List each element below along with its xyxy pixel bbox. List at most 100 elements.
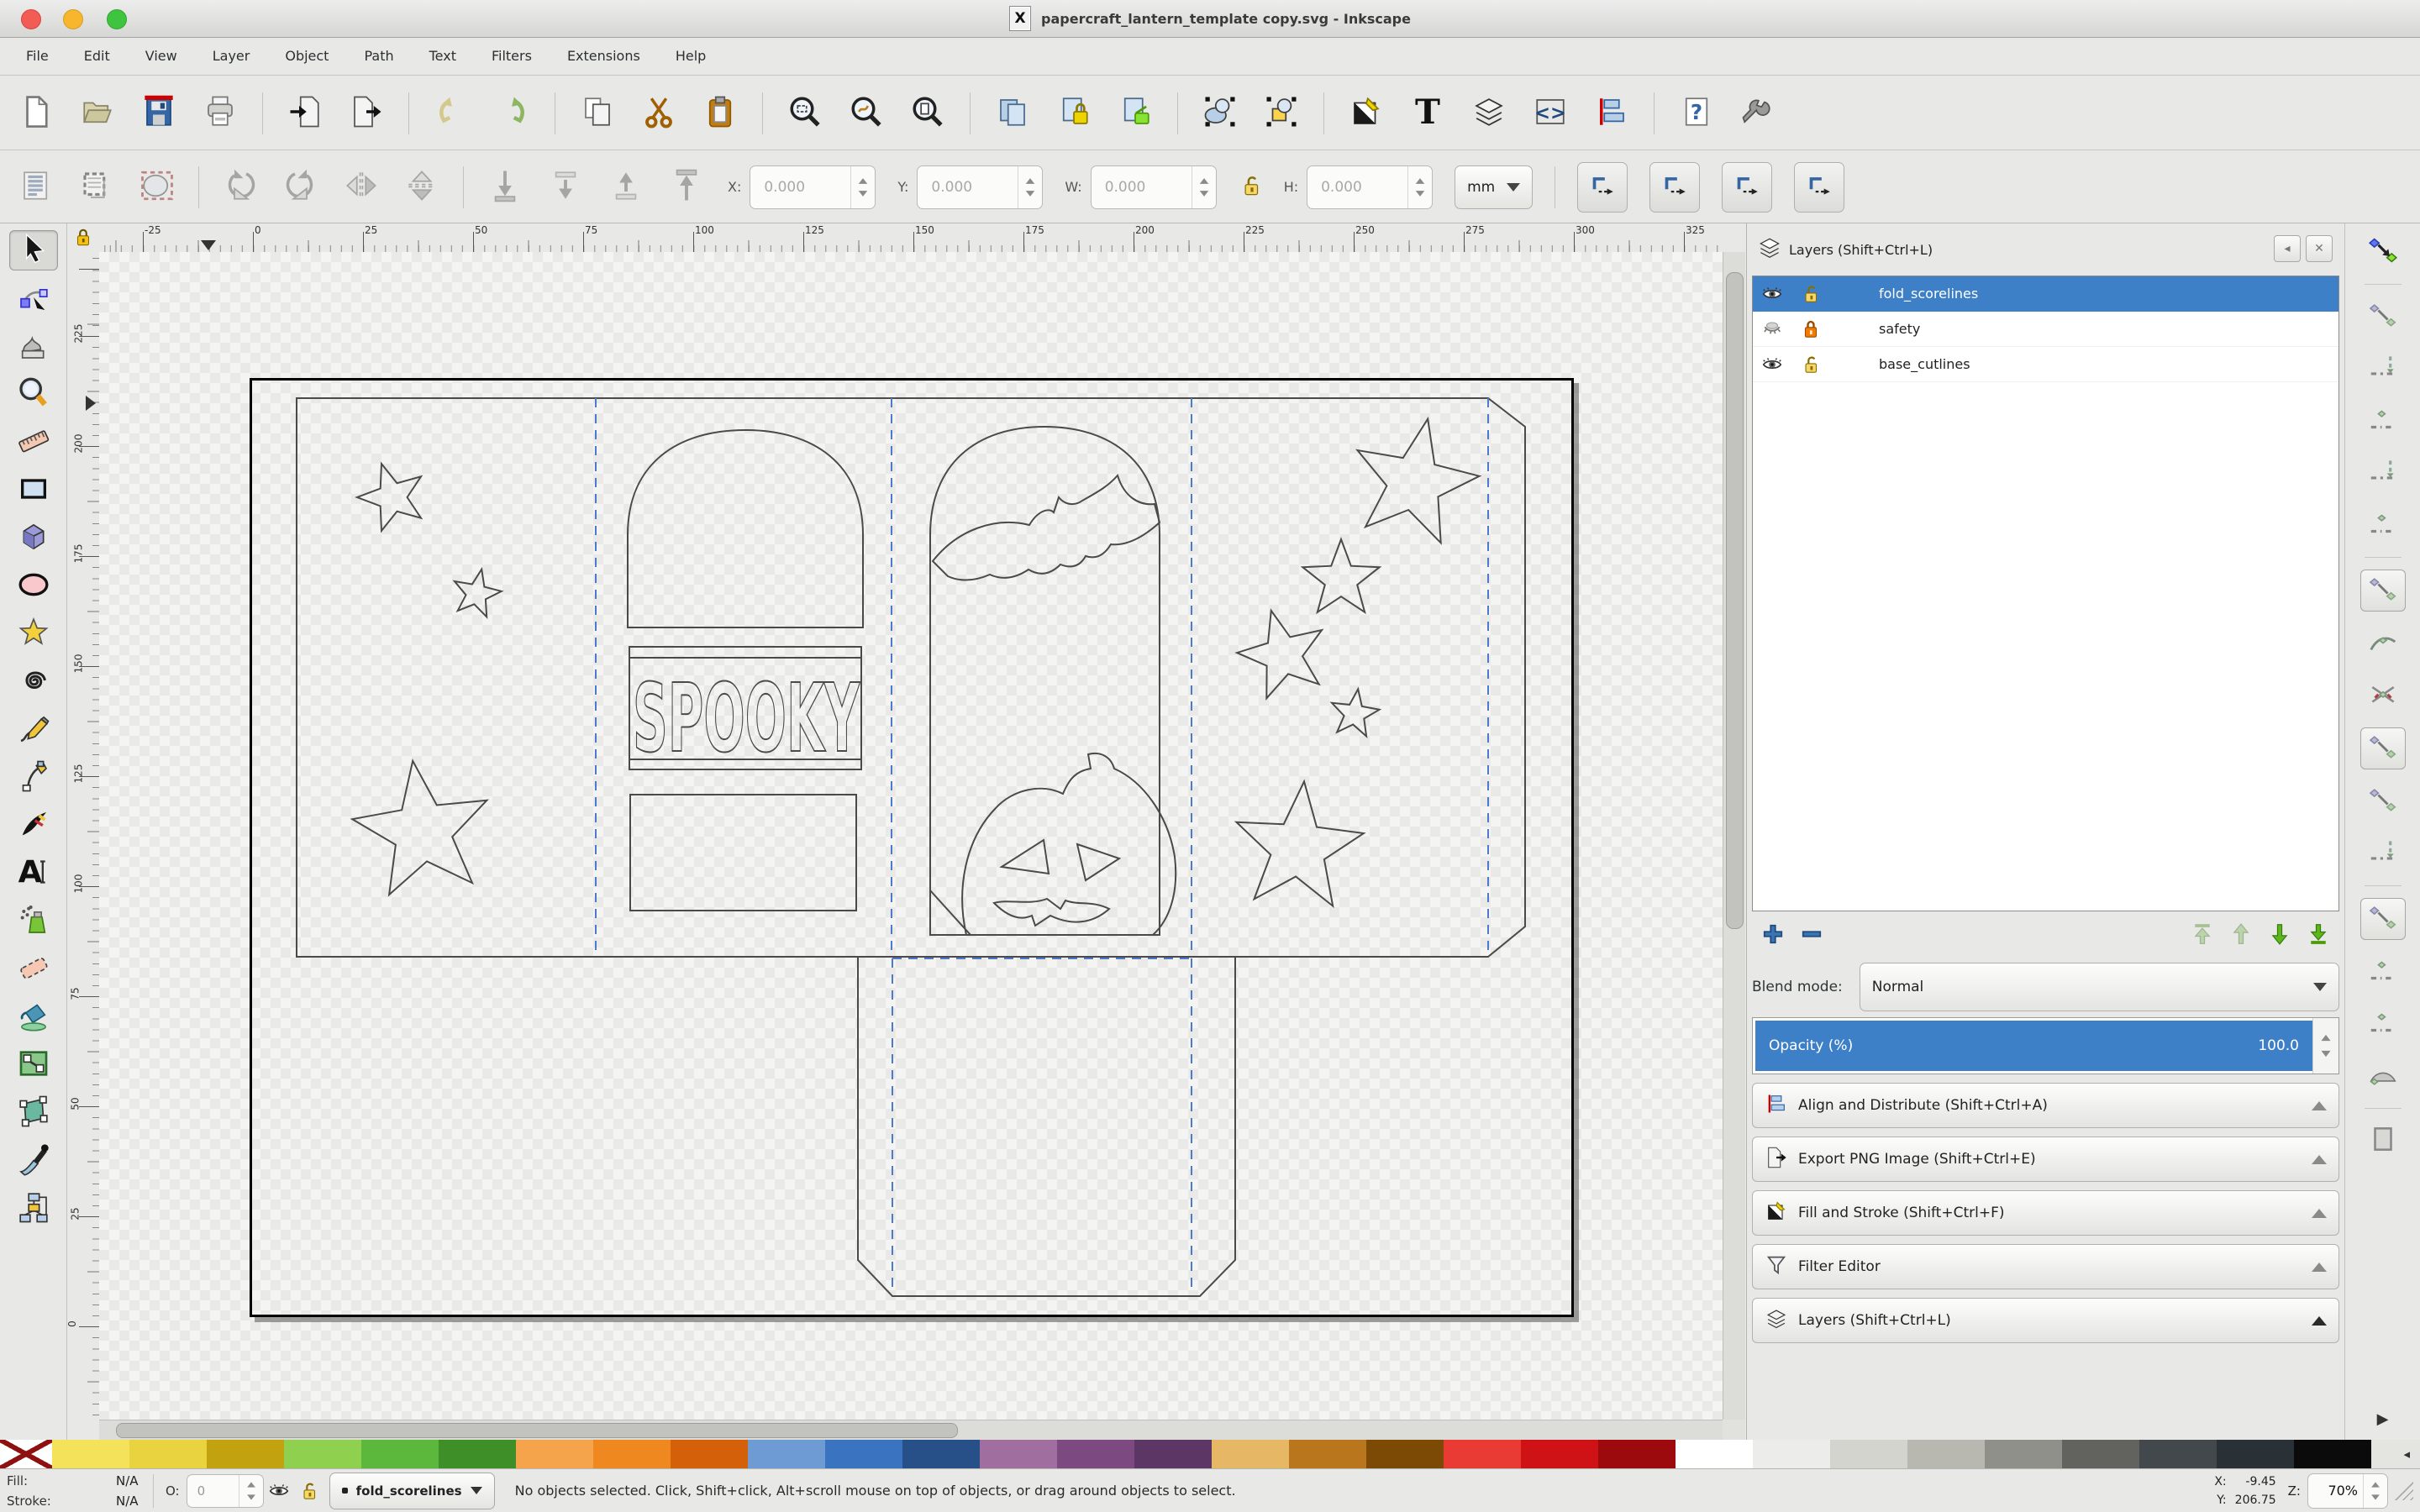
field-w-spinbox[interactable]: 0.000 <box>1090 165 1217 209</box>
snap-bbox-corners-toggle[interactable] <box>2361 401 2405 441</box>
minimize-window-button[interactable] <box>63 9 83 29</box>
color-swatch[interactable] <box>129 1440 207 1468</box>
toolbar-overflow-arrow[interactable]: ▶ <box>2377 1410 2389 1428</box>
zoom-selection-button[interactable] <box>786 94 824 133</box>
layer-raise-button[interactable] <box>2228 921 2254 950</box>
tool-connector[interactable] <box>10 1189 57 1228</box>
snap-bbox-toggle[interactable] <box>2361 297 2405 337</box>
opacity-spinner[interactable] <box>2312 1018 2338 1074</box>
fill-stroke-dialog-button[interactable] <box>1347 94 1386 133</box>
color-swatch[interactable] <box>825 1440 902 1468</box>
import-button[interactable] <box>286 94 324 133</box>
color-swatch[interactable] <box>439 1440 516 1468</box>
spinner-arrows[interactable] <box>1407 165 1432 208</box>
palette-scroll-arrow[interactable]: ◂ <box>2371 1440 2420 1468</box>
blend-mode-select[interactable]: Normal <box>1859 963 2339 1011</box>
snap-bbox-edges-toggle[interactable] <box>2361 349 2405 389</box>
eye-open-icon[interactable] <box>1753 283 1791 305</box>
spinner-arrows[interactable] <box>850 165 875 208</box>
print-button[interactable] <box>201 94 239 133</box>
panel-close-button[interactable]: ✕ <box>2306 235 2333 262</box>
ungroup-button[interactable] <box>1262 94 1301 133</box>
tool-pencil[interactable] <box>10 711 57 749</box>
transform-patterns-toggle[interactable] <box>1794 161 1845 213</box>
tool-paint-bucket[interactable] <box>10 998 57 1037</box>
color-swatch[interactable] <box>1830 1440 1907 1468</box>
menu-layer[interactable]: Layer <box>195 38 268 75</box>
snap-page-border-toggle[interactable] <box>2361 1121 2405 1161</box>
document-properties-button[interactable]: ? <box>1677 94 1716 133</box>
menu-text[interactable]: Text <box>412 38 474 75</box>
color-swatch[interactable] <box>1366 1440 1444 1468</box>
object-opacity-spinbox[interactable]: 0 <box>186 1473 264 1508</box>
tool-measure[interactable] <box>10 423 57 462</box>
opacity-slider[interactable]: Opacity (%) 100.0 <box>1755 1021 2312 1071</box>
ruler-lock-icon[interactable] <box>67 223 99 252</box>
move-transform-toggle[interactable] <box>1577 161 1628 213</box>
snap-smooth-nodes-toggle[interactable] <box>2361 781 2405 822</box>
snap-text-baselines-toggle[interactable] <box>2361 1056 2405 1096</box>
spinner-arrows[interactable] <box>1191 165 1216 208</box>
raise-button[interactable] <box>607 168 645 207</box>
lower-button[interactable] <box>546 168 585 207</box>
eye-closed-icon[interactable] <box>1753 318 1791 340</box>
xml-editor-button[interactable]: <> <box>1531 94 1570 133</box>
lock-ratio-icon[interactable] <box>1239 173 1264 202</box>
lock-open-icon[interactable] <box>1791 283 1830 305</box>
copy-button[interactable] <box>578 94 617 133</box>
menu-filters[interactable]: Filters <box>474 38 550 75</box>
color-swatch[interactable] <box>1134 1440 1212 1468</box>
tool-zoom[interactable] <box>10 375 57 414</box>
save-button[interactable] <box>139 94 178 133</box>
color-swatch[interactable] <box>1985 1440 2062 1468</box>
tool-ellipse[interactable] <box>10 567 57 606</box>
color-swatch[interactable] <box>1289 1440 1366 1468</box>
align-dialog-button[interactable] <box>1592 94 1631 133</box>
add-layer-button[interactable] <box>1760 921 1786 950</box>
rotate-ccw-button[interactable] <box>221 168 260 207</box>
color-swatch[interactable] <box>1212 1440 1289 1468</box>
tool-mesh-gradient[interactable] <box>10 1094 57 1132</box>
snap-rotation-centers-toggle[interactable] <box>2361 1004 2405 1044</box>
horizontal-scrollbar[interactable] <box>99 1420 1723 1440</box>
tool-eraser[interactable] <box>10 950 57 989</box>
color-swatch[interactable] <box>1057 1440 1134 1468</box>
cut-button[interactable] <box>639 94 678 133</box>
snap-object-centers-toggle[interactable] <box>2361 952 2405 992</box>
dialog-bar-fill-stroke-dialog[interactable]: Fill and Stroke (Shift+Ctrl+F) <box>1752 1190 2339 1236</box>
lock-open-icon[interactable] <box>1791 354 1830 375</box>
color-swatch[interactable] <box>284 1440 361 1468</box>
color-swatch[interactable] <box>1521 1440 1598 1468</box>
zoom-spinbox[interactable]: 70% <box>2307 1473 2388 1509</box>
color-swatch[interactable] <box>516 1440 593 1468</box>
color-swatch[interactable] <box>361 1440 439 1468</box>
menu-view[interactable]: View <box>128 38 195 75</box>
clone-button[interactable] <box>1055 94 1093 133</box>
transform-gradients-toggle[interactable] <box>1722 161 1773 213</box>
tool-pen[interactable] <box>10 759 57 797</box>
color-swatch[interactable] <box>980 1440 1057 1468</box>
raise-to-top-button[interactable] <box>667 168 706 207</box>
tool-selector[interactable] <box>8 230 58 270</box>
snap-midpoints-toggle[interactable] <box>2361 833 2405 874</box>
color-swatch[interactable] <box>748 1440 825 1468</box>
group-button[interactable] <box>1201 94 1239 133</box>
snap-enable-toggle[interactable] <box>2361 232 2405 272</box>
color-swatch[interactable] <box>2139 1440 2217 1468</box>
dialog-bar-align-dialog[interactable]: Align and Distribute (Shift+Ctrl+A) <box>1752 1083 2339 1128</box>
layer-row-safety[interactable]: safety <box>1753 312 2338 347</box>
dialog-bar-funnel[interactable]: Filter Editor <box>1752 1244 2339 1289</box>
color-swatch[interactable] <box>2294 1440 2371 1468</box>
layer-lower-to-bottom-button[interactable] <box>2306 921 2331 950</box>
canvas[interactable]: SPOOKY <box>99 252 1723 1420</box>
snap-bbox-midpoints-toggle[interactable] <box>2361 453 2405 493</box>
zoom-page-button[interactable] <box>908 94 947 133</box>
rotate-cw-button[interactable] <box>281 168 320 207</box>
tool-dropper[interactable] <box>10 1142 57 1180</box>
layer-raise-to-top-button[interactable] <box>2190 921 2215 950</box>
vertical-scrollbar[interactable] <box>1723 252 1745 1420</box>
layer-lock-toggle[interactable] <box>294 1480 324 1502</box>
panel-collapse-button[interactable]: ◂ <box>2274 235 2301 262</box>
color-swatch[interactable] <box>2062 1440 2139 1468</box>
open-button[interactable] <box>78 94 117 133</box>
